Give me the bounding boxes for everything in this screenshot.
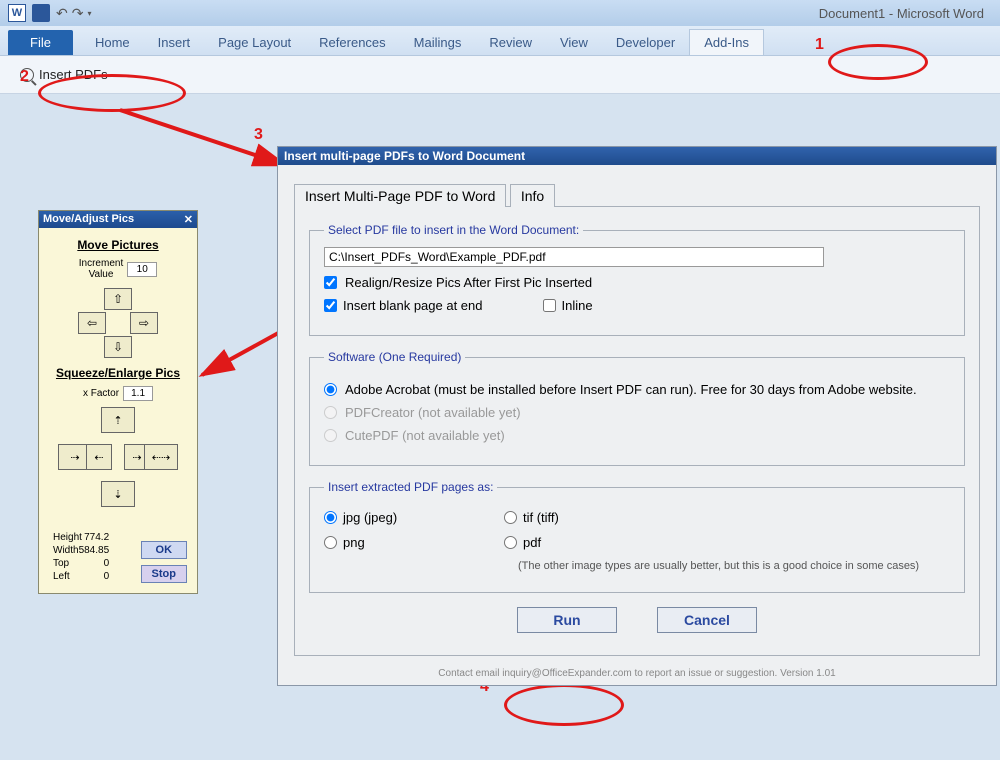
annotation-number-2: 2 [20,68,29,86]
increment-input[interactable] [127,262,157,277]
top-label: Top [53,558,69,569]
panel-stats: Height774.2 Width584.85 Top 0 Left 0 [49,531,113,583]
tif-label: tif (tiff) [523,510,559,525]
move-right-button[interactable]: ⇨ [130,312,158,334]
dialog-tab-insert[interactable]: Insert Multi-Page PDF to Word [294,184,506,207]
move-adjust-panel: Move/Adjust Pics ✕ Move Pictures Increme… [38,210,198,594]
close-icon[interactable]: ✕ [184,213,193,226]
tab-developer[interactable]: Developer [602,30,689,55]
increment-label: Increment Value [79,258,123,280]
tab-mailings[interactable]: Mailings [400,30,476,55]
document-title: Document1 - Microsoft Word [819,6,984,21]
tab-review[interactable]: Review [475,30,546,55]
ribbon-body: Insert PDFs [0,56,1000,94]
acrobat-label: Adobe Acrobat (must be installed before … [345,382,917,397]
move-up-button[interactable]: ⇧ [104,288,132,310]
left-label: Left [53,571,70,582]
dialog-tabpage: Select PDF file to insert in the Word Do… [294,206,980,656]
pdfcreator-label: PDFCreator (not available yet) [345,405,521,420]
width-label: Width [53,545,79,556]
tab-file[interactable]: File [8,30,73,55]
tab-add-ins[interactable]: Add-Ins [689,29,764,55]
group-extract-legend: Insert extracted PDF pages as: [324,480,497,494]
pdfcreator-radio [324,406,337,419]
annotation-number-1: 1 [815,36,824,54]
ok-button[interactable]: OK [141,541,187,559]
group-select-pdf: Select PDF file to insert in the Word Do… [309,223,965,336]
arrow-2-to-3 [110,100,300,180]
tab-page-layout[interactable]: Page Layout [204,30,305,55]
tab-insert[interactable]: Insert [144,30,205,55]
group-software: Software (One Required) Adobe Acrobat (m… [309,350,965,466]
ribbon-tabs: File Home Insert Page Layout References … [0,26,1000,56]
insert-pdfs-label: Insert PDFs [39,67,108,82]
enlarge-up-button[interactable]: ⇡ [101,407,135,433]
stop-button[interactable]: Stop [141,565,187,583]
realign-checkbox[interactable] [324,276,337,289]
height-label: Height [53,532,82,543]
squeeze-right-button[interactable]: ⇠⇢ [144,444,178,470]
qat-dropdown-icon[interactable]: ▾ [87,9,91,18]
annotation-circle-run [504,684,624,726]
annotation-number-3: 3 [254,126,263,144]
dialog-footer: Contact email inquiry@OfficeExpander.com… [278,666,996,685]
width-value: 584.85 [79,545,110,556]
top-value: 0 [104,558,110,569]
cancel-button[interactable]: Cancel [657,607,757,633]
pdf-path-input[interactable] [324,247,824,267]
tab-home[interactable]: Home [81,30,144,55]
pdf-label: pdf [523,535,541,550]
realign-label: Realign/Resize Pics After First Pic Inse… [345,275,592,290]
save-icon[interactable] [32,4,50,22]
tab-references[interactable]: References [305,30,399,55]
run-button[interactable]: Run [517,607,617,633]
blank-page-checkbox[interactable] [324,299,337,312]
title-bar: W ↶ ↷ ▾ Document1 - Microsoft Word [0,0,1000,26]
group-select-legend: Select PDF file to insert in the Word Do… [324,223,583,237]
blank-page-label: Insert blank page at end [343,298,483,313]
xfactor-input[interactable] [123,386,153,401]
tab-view[interactable]: View [546,30,602,55]
dialog-title[interactable]: Insert multi-page PDFs to Word Document [278,147,996,165]
png-radio[interactable] [324,536,337,549]
tif-radio[interactable] [504,511,517,524]
group-extract: Insert extracted PDF pages as: jpg (jpeg… [309,480,965,593]
acrobat-radio[interactable] [324,383,337,396]
squeeze-grid: ⇡ ⇢ ⇠ ⇢ ⇠⇢ ⇣ [58,407,178,507]
dialog-tab-info[interactable]: Info [510,184,555,207]
left-value: 0 [104,571,110,582]
squeeze-header: Squeeze/Enlarge Pics [45,366,191,380]
pdf-note: (The other image types are usually bette… [504,560,950,572]
jpg-radio[interactable] [324,511,337,524]
redo-icon[interactable]: ↷ [72,5,84,22]
height-value: 774.2 [84,532,109,543]
insert-pdfs-button[interactable]: Insert PDFs [20,67,108,82]
group-software-legend: Software (One Required) [324,350,465,364]
pdf-radio[interactable] [504,536,517,549]
xfactor-label: x Factor [83,388,119,399]
undo-icon[interactable]: ↶ [56,5,68,22]
cutepdf-radio [324,429,337,442]
insert-pdf-dialog: Insert multi-page PDFs to Word Document … [277,146,997,686]
move-down-button[interactable]: ⇩ [104,336,132,358]
panel-title-text: Move/Adjust Pics [43,213,134,226]
png-label: png [343,535,365,550]
jpg-label: jpg (jpeg) [343,510,397,525]
move-left-button[interactable]: ⇦ [78,312,106,334]
move-dpad: ⇧ ⇦ ⇨ ⇩ [78,288,158,358]
inline-label: Inline [562,298,593,313]
enlarge-left-button[interactable]: ⇠ [86,444,112,470]
enlarge-down-button[interactable]: ⇣ [101,481,135,507]
inline-checkbox[interactable] [543,299,556,312]
cutepdf-label: CutePDF (not available yet) [345,428,505,443]
move-pictures-header: Move Pictures [45,238,191,252]
panel-titlebar[interactable]: Move/Adjust Pics ✕ [39,211,197,228]
word-icon: W [8,4,26,22]
